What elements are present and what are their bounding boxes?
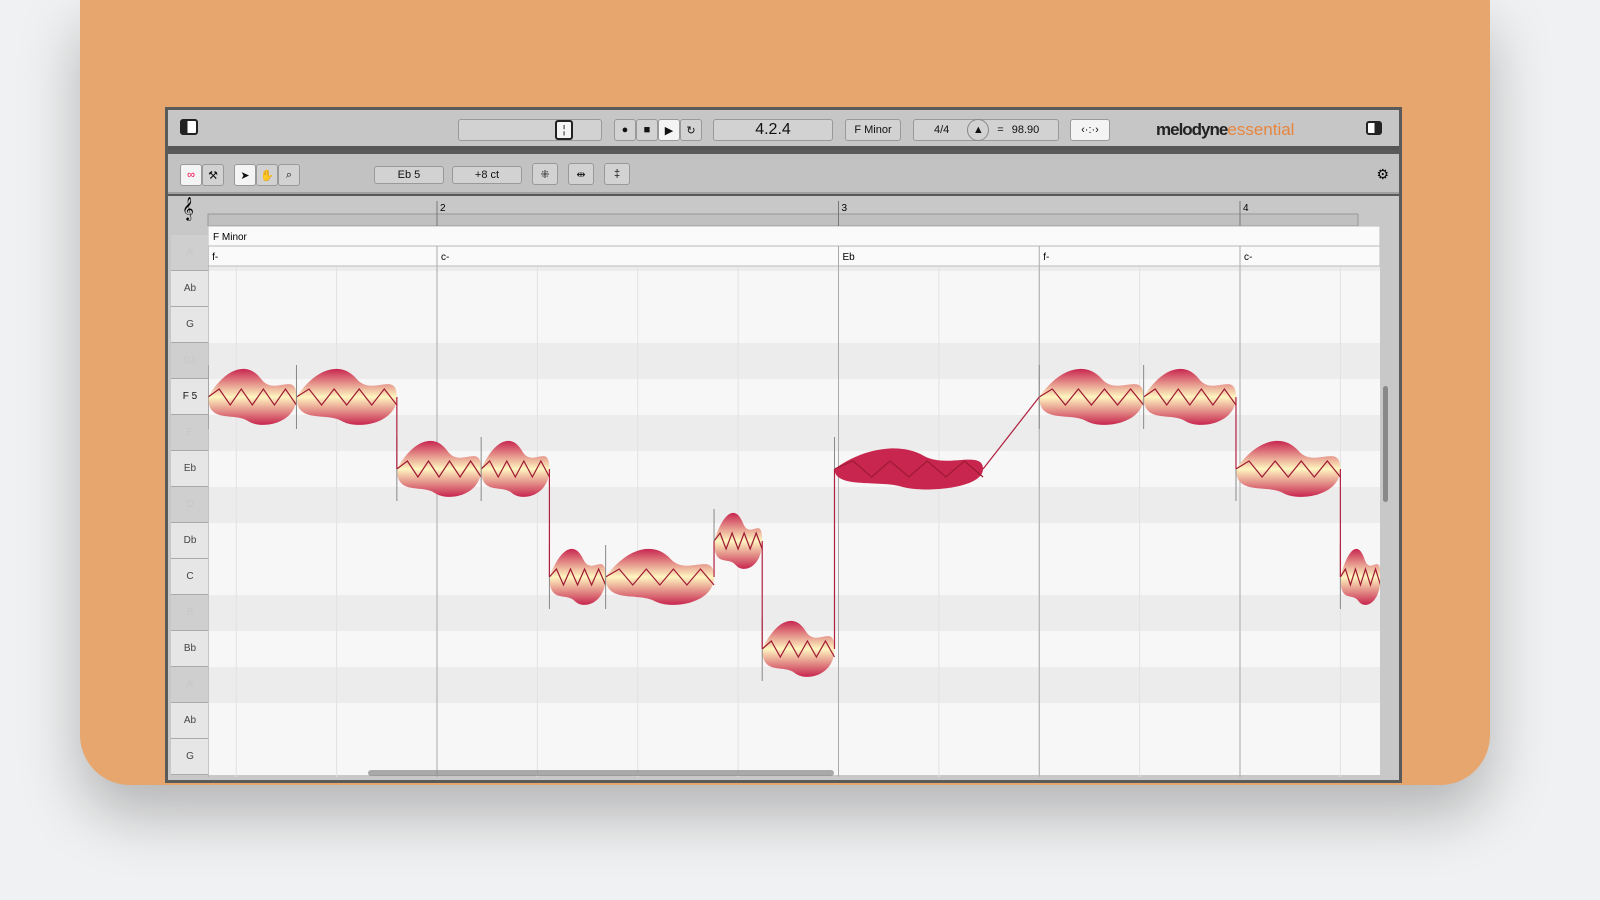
vertical-scrollbar[interactable] [1383,386,1388,502]
scale-label: F Minor [213,232,248,243]
sidebar-right-icon[interactable] [1366,121,1382,135]
pitch-field[interactable]: Eb 5 [374,166,444,184]
bar-number: 2 [440,203,446,214]
time-stretch-button[interactable]: ‹·:·› [1070,119,1110,141]
edit-toolbar: ∞ ⚒ ➤ ✋ ⌕ Eb 5 +8 ct ⁜ ⇹ ‡ ⚙ [168,154,1399,194]
pitch-row [208,271,1380,307]
tempo-box: 4/4 ▲ = 98.90 [913,119,1059,141]
playhead-marker-button[interactable]: ¦ [555,120,573,140]
chord-label[interactable]: Eb [843,252,856,263]
chord-label[interactable]: c- [441,252,449,263]
pitch-row [208,703,1380,739]
pointer-icon[interactable]: ➤ [234,164,256,186]
transport-position[interactable]: 4.2.4 [713,119,833,141]
piano-key[interactable]: Ab [171,703,209,739]
pitch-row [208,343,1380,379]
piano-key[interactable]: Bb [171,631,209,667]
tempo-separator: = [997,124,1004,136]
chord-label[interactable]: c- [1244,252,1252,263]
chord-lane [208,245,1380,267]
pitch-row [208,487,1380,523]
piano-key[interactable]: Db [171,523,209,559]
piano-key[interactable]: F 5 [171,379,209,415]
zoom-icon[interactable]: ⌕ [278,164,300,186]
wrench-icon[interactable]: ⚒ [202,164,224,186]
stop-icon[interactable]: ■ [636,119,658,141]
main-toolbar: ¦ ● ■ ▶ ↻ 4.2.4 F Minor 4/4 ▲ = 98.90 ‹·… [168,110,1399,150]
time-signature[interactable]: 4/4 [934,124,949,136]
note-editor[interactable]: A Ab G Gb F 5 E Eb D Db C B Bb A Ab G F Minor f-c- Eb f-c… [168,226,1399,780]
hand-icon[interactable]: ✋ [256,164,278,186]
key-display[interactable]: F Minor [845,119,901,141]
logo: melodyneessential [1156,120,1295,139]
pitch-row [208,559,1380,595]
horizontal-scrollbar[interactable] [368,770,834,776]
piano-key[interactable]: G [171,739,209,775]
chord-label[interactable]: f- [212,252,218,263]
record-icon[interactable]: ● [614,119,636,141]
scale-lane [208,226,1380,247]
ruler-track [207,213,1359,226]
metronome-icon[interactable]: ▲ [967,119,990,141]
piano-key[interactable]: Ab [171,271,209,307]
gear-icon[interactable]: ⚙ [1376,166,1389,183]
piano-key[interactable]: A [171,235,209,271]
tempo-value[interactable]: 98.90 [1012,124,1040,136]
level-meter [458,119,602,141]
play-icon[interactable]: ▶ [658,119,680,141]
timeline-ruler[interactable]: 𝄞 234 [168,196,1399,226]
quantize-button[interactable]: ‡ [604,163,630,185]
sidebar-left-icon[interactable] [180,119,198,135]
piano-key[interactable]: Eb [171,451,209,487]
piano-key[interactable]: A [171,667,209,703]
pitch-row [208,523,1380,559]
piano-key[interactable]: G [171,307,209,343]
piano-key[interactable]: B [171,595,209,631]
piano-key[interactable]: Gb [171,343,209,379]
loop-icon[interactable]: ↻ [680,119,702,141]
pitch-row [208,451,1380,487]
cents-field[interactable]: +8 ct [452,166,522,184]
pitch-drift-button[interactable]: ⇹ [568,163,594,185]
melodyne-window: ¦ ● ■ ▶ ↻ 4.2.4 F Minor 4/4 ▲ = 98.90 ‹·… [165,107,1402,783]
note-tool-icon[interactable]: ∞ [180,164,202,186]
chord-label[interactable]: f- [1043,252,1049,263]
pitch-center-button[interactable]: ⁜ [532,163,558,185]
piano-key[interactable]: E [171,415,209,451]
bar-number: 4 [1243,203,1249,214]
piano-key[interactable]: D [171,487,209,523]
piano-key[interactable]: C [171,559,209,595]
pitch-row [208,307,1380,343]
bar-number: 3 [842,203,848,214]
